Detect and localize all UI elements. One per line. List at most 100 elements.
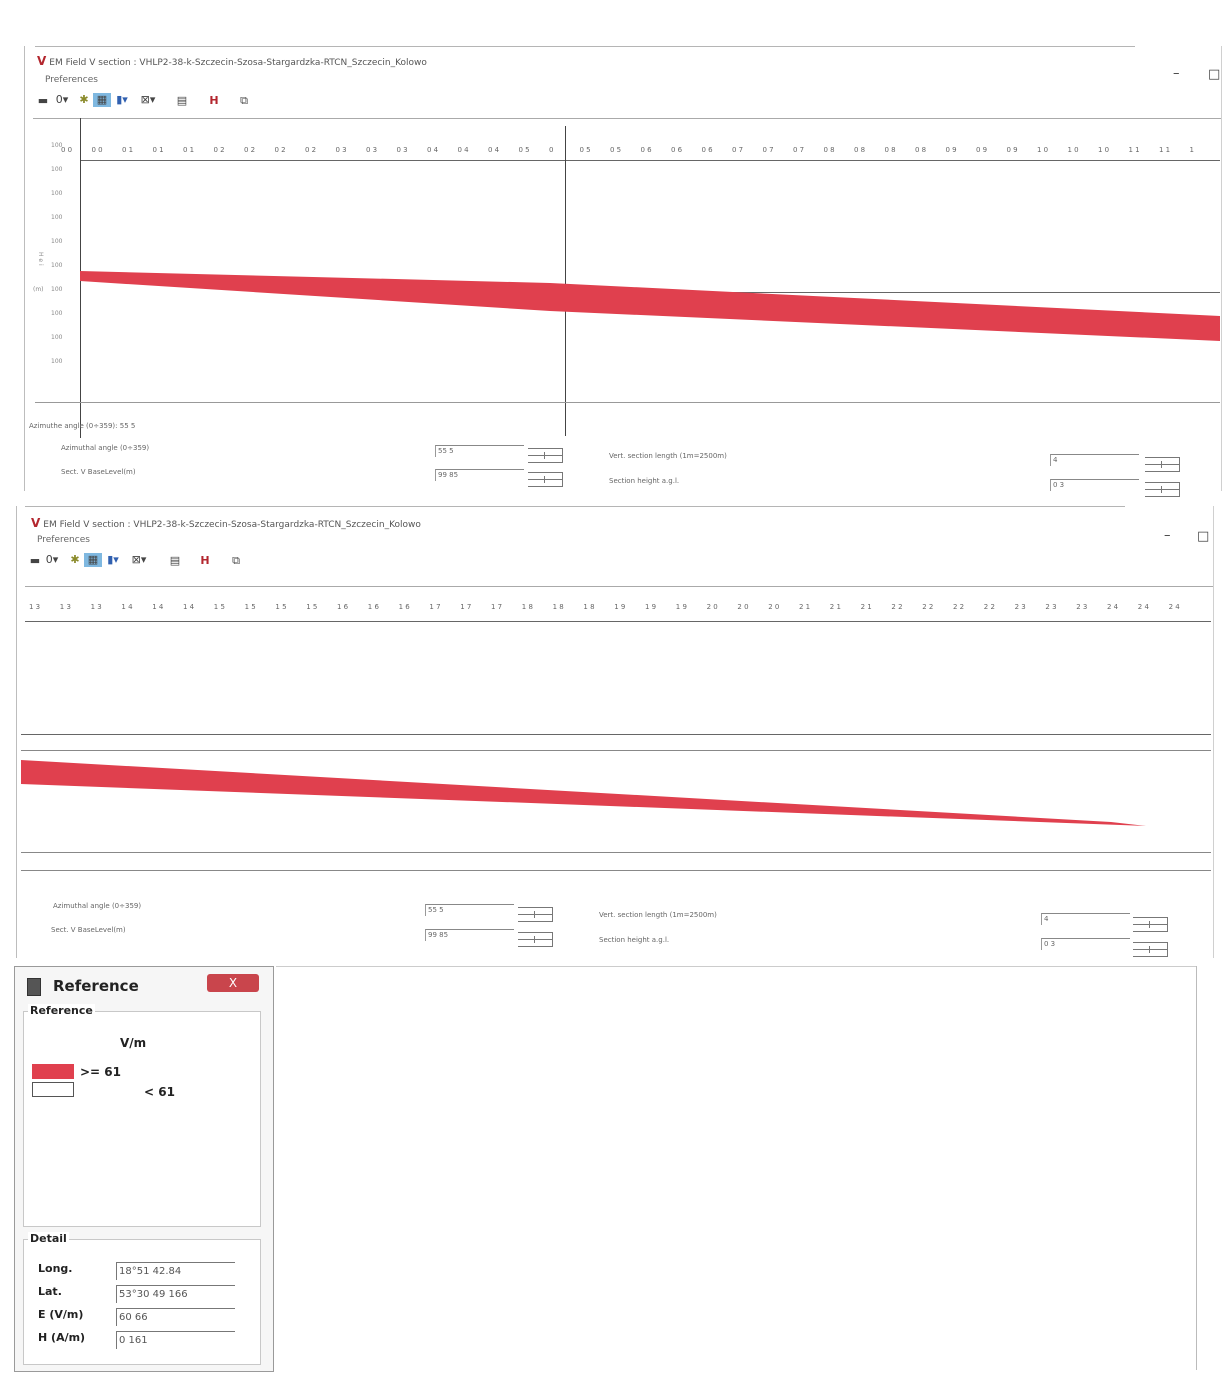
maximize-button[interactable]: □	[1197, 529, 1209, 544]
distance-tick-label: 1 7	[429, 603, 441, 611]
distance-tick-label: 1 3	[90, 603, 102, 611]
app-logo-icon: V	[37, 54, 47, 68]
window-top-border	[35, 46, 1135, 47]
azimuth-readout: Azimuthe angle (0÷359): 55 5	[29, 422, 136, 430]
copy-icon[interactable]: ⧉	[237, 94, 251, 108]
distance-tick-label: 2 2	[953, 603, 965, 611]
distance-tick-label: 0 1	[183, 146, 195, 154]
distance-tick-label: 2 3	[1076, 603, 1088, 611]
h-field-value[interactable]: 0 161	[116, 1331, 235, 1349]
calculator-icon[interactable]: ▤	[176, 94, 188, 108]
distance-tick-label: 1	[1189, 146, 1194, 154]
vert-section-length-spinner[interactable]	[1145, 457, 1180, 472]
distance-tick-label: 0 8	[854, 146, 866, 154]
distance-tick-row: 0 00 00 10 10 10 20 20 20 20 30 30 30 40…	[55, 146, 1215, 160]
base-level-spinner[interactable]	[518, 932, 553, 947]
reference-group: Reference V/m >= 61 < 61	[23, 1004, 261, 1227]
distance-tick-label: 2 2	[891, 603, 903, 611]
chart-top-border	[25, 586, 1213, 587]
background-window-top	[276, 966, 1196, 967]
section-height-spinner[interactable]	[1145, 482, 1180, 497]
menu-preferences[interactable]: Preferences	[45, 75, 98, 85]
section-height-input[interactable]: 0 3	[1050, 479, 1139, 491]
azimuthal-angle-input[interactable]: 55 5	[435, 445, 524, 457]
h-field-icon[interactable]: H	[199, 554, 211, 568]
calculator-icon[interactable]: ▤	[169, 554, 181, 568]
grid-icon[interactable]: ⊠▾	[128, 553, 150, 567]
distance-tick-label: 1 6	[398, 603, 410, 611]
map-view-icon[interactable]: ▦	[84, 553, 102, 567]
distance-tick-label: 0 4	[457, 146, 469, 154]
em-field-window-2: V EM Field V section : VHLP2-38-k-Szczeci…	[16, 506, 1214, 958]
vert-section-length-input[interactable]: 4	[1050, 454, 1139, 466]
zero-tool-icon[interactable]: 0▾	[53, 93, 71, 107]
distance-tick-label: 1 8	[583, 603, 595, 611]
baseline-upper	[21, 734, 1211, 735]
map-view-icon[interactable]: ▦	[93, 93, 111, 107]
window-top-border	[25, 506, 1125, 507]
y-tick-label: 100	[51, 166, 63, 173]
azimuthal-angle-spinner[interactable]	[528, 448, 563, 463]
baseline-middle	[21, 750, 1211, 751]
distance-tick-label: 2 1	[860, 603, 872, 611]
em-field-window-1: V EM Field V section : VHLP2-38-k-Szczeci…	[24, 46, 1222, 497]
y-axis-units: (m)	[33, 286, 44, 293]
distance-tick-label: 1 4	[183, 603, 195, 611]
distance-tick-label: 1 9	[675, 603, 687, 611]
legend-swatch-high	[32, 1064, 74, 1079]
base-level-input[interactable]: 99 85	[435, 469, 524, 481]
vert-section-length-spinner[interactable]	[1133, 917, 1168, 932]
print-icon[interactable]: ▬	[37, 94, 49, 108]
reference-group-label: Reference	[28, 1004, 95, 1017]
azimuthal-angle-spinner[interactable]	[518, 907, 553, 922]
base-level-spinner[interactable]	[528, 472, 563, 487]
distance-tick-label: 1 7	[491, 603, 503, 611]
distance-tick-label: 0 5	[610, 146, 622, 154]
distance-tick-label: 1 9	[614, 603, 626, 611]
menu-preferences[interactable]: Preferences	[37, 535, 90, 545]
e-field-value[interactable]: 60 66	[116, 1308, 235, 1326]
base-level-input[interactable]: 99 85	[425, 929, 514, 941]
zero-tool-icon[interactable]: 0▾	[43, 553, 61, 567]
minimize-button[interactable]: –	[1164, 528, 1171, 543]
sun-icon[interactable]: ✱	[77, 93, 91, 107]
h-field-icon[interactable]: H	[208, 94, 220, 108]
field-band-chart	[21, 760, 1146, 826]
azimuthal-angle-label: Azimuthal angle (0÷359)	[53, 902, 142, 910]
distance-tick-label: 2 2	[983, 603, 995, 611]
distance-tick-label: 0 3	[396, 146, 408, 154]
y-axis-title: H e i	[37, 252, 44, 266]
baseline-lower	[35, 402, 1220, 403]
distance-tick-label: 2 0	[768, 603, 780, 611]
section-height-input[interactable]: 0 3	[1041, 938, 1130, 950]
grid-icon[interactable]: ⊠▾	[137, 93, 159, 107]
distance-tick-label: 0 9	[945, 146, 957, 154]
y-tick-label: 100	[51, 214, 63, 221]
latitude-field[interactable]: 53°30 49 166	[116, 1285, 235, 1303]
minimize-button[interactable]: –	[1173, 66, 1180, 81]
vert-section-length-input[interactable]: 4	[1041, 913, 1130, 925]
base-level-label: Sect. V BaseLevel(m)	[61, 468, 136, 476]
sun-icon[interactable]: ✱	[68, 553, 82, 567]
azimuthal-angle-input[interactable]: 55 5	[425, 904, 514, 916]
copy-icon[interactable]: ⧉	[229, 554, 243, 568]
y-tick-label: 100	[51, 262, 63, 269]
close-button[interactable]: X	[207, 974, 259, 992]
y-tick-label: 100	[51, 358, 63, 365]
distance-tick-label: 0 6	[640, 146, 652, 154]
distance-tick-label: 0 4	[427, 146, 439, 154]
distance-tick-label: 0 0	[91, 146, 103, 154]
distance-tick-label: 2 4	[1107, 603, 1119, 611]
distance-tick-label: 0 2	[213, 146, 225, 154]
distance-tick-label: 1 1	[1128, 146, 1140, 154]
distance-tick-label: 1 8	[521, 603, 533, 611]
print-icon[interactable]: ▬	[29, 554, 41, 568]
y-label-column: 100 100 100 100 100 100 100 100 100 100	[47, 142, 77, 402]
reference-panel-icon	[27, 978, 41, 996]
maximize-button[interactable]: □	[1208, 67, 1220, 82]
color-scale-icon[interactable]: ▮▾	[104, 553, 122, 567]
longitude-field[interactable]: 18°51 42.84	[116, 1262, 235, 1280]
color-scale-icon[interactable]: ▮▾	[113, 93, 131, 107]
distance-tick-label: 0 2	[244, 146, 256, 154]
section-height-spinner[interactable]	[1133, 942, 1168, 957]
